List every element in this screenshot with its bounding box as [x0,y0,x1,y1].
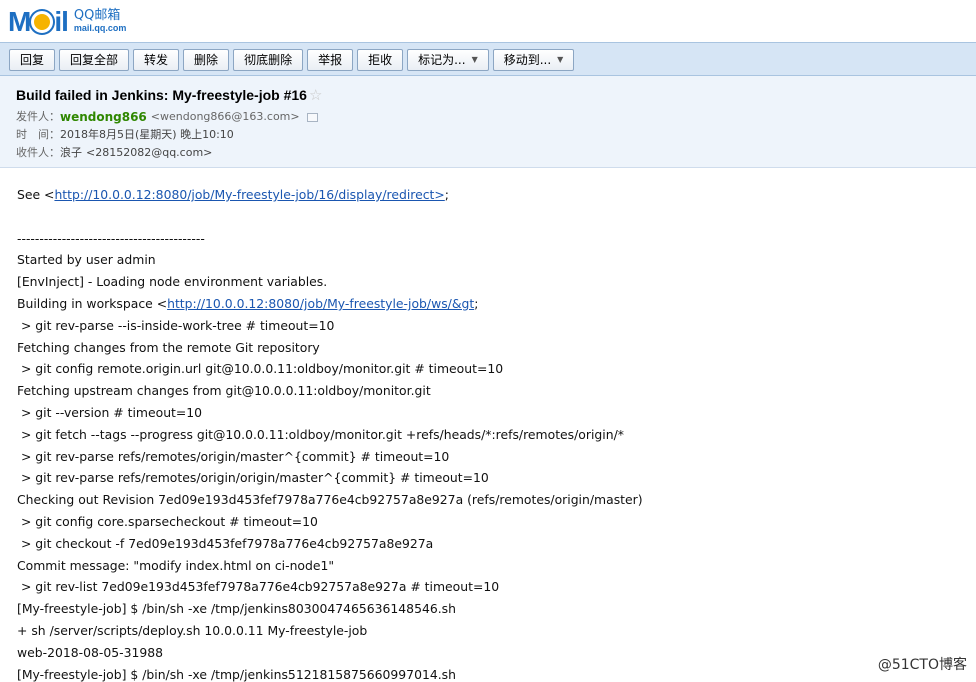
from-row: 发件人： wendong866 <wendong866@163.com> [16,108,976,126]
mark-as-label: 标记为... [418,53,466,67]
logo-bar: Mil QQ邮箱 mail.qq.com [0,0,976,42]
caret-down-icon: ▼ [557,55,564,64]
workspace-link[interactable]: http://10.0.0.12:8080/job/My-freestyle-j… [167,296,474,311]
mark-as-dropdown[interactable]: 标记为... ▼ [407,49,489,71]
delete-button[interactable]: 删除 [183,49,230,71]
logo-letter-m: M [8,6,31,37]
log-line: Started by user admin [17,252,156,268]
from-label: 发件人： [16,110,60,123]
log-line: > git config core.sparsecheckout # timeo… [17,513,318,529]
log-line: Checking out Revision 7ed09e193d453fef79… [17,492,643,508]
mail-body: See <http://10.0.0.12:8080/job/My-freest… [17,184,967,682]
logo-url-text: mail.qq.com [73,23,127,33]
log-line: [EnvInject] - Loading node environment v… [17,274,328,290]
log-line: > git --version # timeout=10 [17,404,203,420]
see-line: See <http://10.0.0.12:8080/job/My-freest… [17,187,449,202]
recipient-email: <28152082@qq.com> [86,146,213,159]
mail-subject: Build failed in Jenkins: My-freestyle-jo… [16,86,976,104]
to-row: 收件人： 浪子 <28152082@qq.com> [16,144,976,162]
separator-line: ----------------------------------------… [17,230,205,246]
star-icon[interactable]: ☆ [309,86,322,104]
subject-text: Build failed in Jenkins: My-freestyle-jo… [16,87,307,103]
report-button[interactable]: 举报 [307,49,354,71]
time-label: 时 间： [16,128,60,141]
sender-email: <wendong866@163.com> [150,110,300,123]
log-line: [My-freestyle-job] $ /bin/sh -xe /tmp/je… [17,601,456,617]
log-line: Fetching changes from the remote Git rep… [17,339,320,355]
time-row: 时 间： 2018年8月5日(星期天) 晚上10:10 [16,126,976,144]
move-to-label: 移动到... [503,53,552,67]
qq-mail-logo[interactable]: Mil QQ邮箱 mail.qq.com [8,6,126,38]
logo-o-icon [31,10,54,33]
time-value: 2018年8月5日(星期天) 晚上10:10 [60,128,234,141]
mail-toolbar: 回复 回复全部 转发 删除 彻底删除 举报 拒收 标记为... ▼ 移动到...… [0,42,976,76]
log-line: [My-freestyle-job] $ /bin/sh -xe /tmp/je… [17,666,456,682]
log-line: web-2018-08-05-31988 [17,644,163,660]
build-link[interactable]: http://10.0.0.12:8080/job/My-freestyle-j… [54,187,444,202]
log-line: > git config remote.origin.url git@10.0.… [17,361,504,377]
log-line: Commit message: "modify index.html on ci… [17,557,335,573]
log-line: + sh /server/scripts/deploy.sh 10.0.0.11… [17,622,368,638]
move-to-dropdown[interactable]: 移动到... ▼ [492,49,575,71]
logo-letters-il: il [54,6,69,37]
reject-button[interactable]: 拒收 [357,49,404,71]
log-line: Fetching upstream changes from git@10.0.… [17,383,431,399]
logo-brand-text: QQ邮箱 [73,8,121,23]
to-label: 收件人： [16,146,60,159]
mail-meta: 发件人： wendong866 <wendong866@163.com> 时 间… [16,108,976,162]
log-line: > git checkout -f 7ed09e193d453fef7978a7… [17,535,434,551]
log-line: > git rev-list 7ed09e193d453fef7978a776e… [17,579,500,595]
contact-card-icon[interactable] [306,112,318,122]
recipient-name[interactable]: 浪子 [60,144,82,162]
sender-name[interactable]: wendong866 [60,108,147,126]
mail-header: Build failed in Jenkins: My-freestyle-jo… [0,76,976,168]
log-line: Building in workspace <http://10.0.0.12:… [17,295,479,311]
delete-permanently-button[interactable]: 彻底删除 [233,49,304,71]
log-line: > git rev-parse refs/remotes/origin/orig… [17,470,489,486]
reply-all-button[interactable]: 回复全部 [59,49,130,71]
caret-down-icon: ▼ [471,55,478,64]
log-line: > git rev-parse --is-inside-work-tree # … [17,317,335,333]
reply-button[interactable]: 回复 [9,49,56,71]
watermark-text: @51CTO博客 [877,657,967,673]
forward-button[interactable]: 转发 [133,49,180,71]
log-line: > git fetch --tags --progress git@10.0.0… [17,426,624,442]
log-line: > git rev-parse refs/remotes/origin/mast… [17,448,450,464]
